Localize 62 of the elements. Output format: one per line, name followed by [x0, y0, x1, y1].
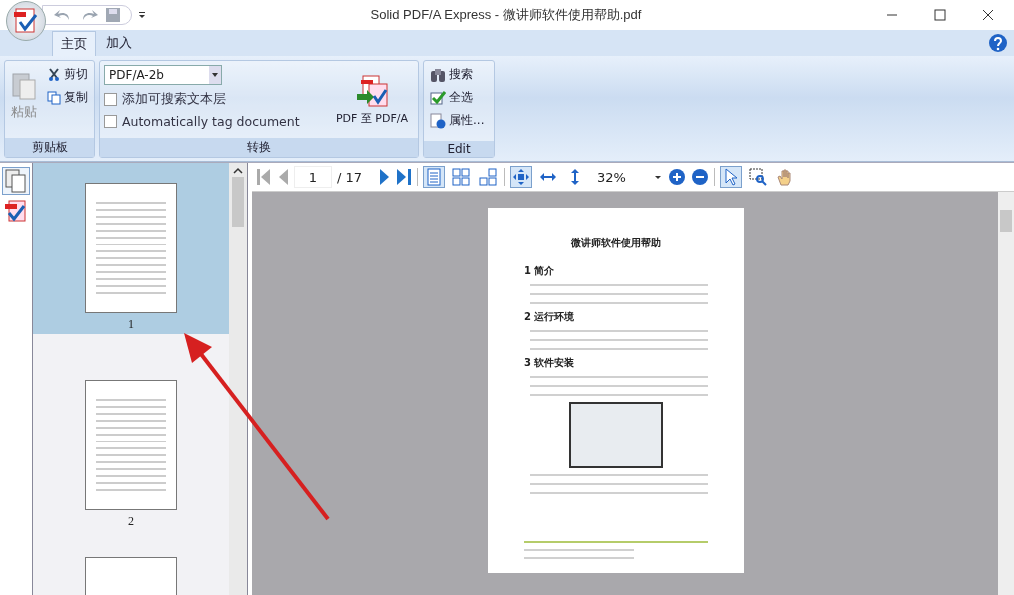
- layout-button[interactable]: [423, 166, 446, 188]
- last-page-icon[interactable]: [396, 168, 413, 186]
- help-icon[interactable]: [988, 33, 1008, 53]
- window-title: Solid PDF/A Express - 微讲师软件使用帮助.pdf: [369, 6, 643, 24]
- scrollbar[interactable]: [229, 163, 247, 595]
- format-dropdown[interactable]: PDF/A-2b: [104, 65, 222, 85]
- edit-button[interactable]: 搜索: [428, 65, 490, 84]
- group-label: 剪贴板: [5, 138, 94, 157]
- document-check-icon: [4, 199, 28, 223]
- zoom-dropdown[interactable]: 32%: [591, 167, 664, 187]
- scroll-up-icon[interactable]: [233, 167, 243, 175]
- scrollbar[interactable]: [998, 192, 1014, 595]
- group-label: 转换: [100, 138, 418, 157]
- maximize-icon[interactable]: [934, 9, 946, 21]
- copy-button[interactable]: 复制: [45, 88, 90, 107]
- document-info-icon: [430, 112, 446, 129]
- page-number: 1: [128, 317, 134, 332]
- paste-icon: [11, 71, 37, 101]
- marquee-zoom-icon: [749, 168, 768, 186]
- previous-page-icon[interactable]: [277, 168, 289, 186]
- close-icon[interactable]: [982, 9, 994, 21]
- section-heading: 1 简介: [524, 264, 556, 278]
- first-page-icon[interactable]: [256, 168, 272, 186]
- cut-button[interactable]: 剪切: [45, 65, 90, 84]
- fit-page-icon: [512, 168, 531, 186]
- single-page-icon: [426, 168, 443, 186]
- checkbox-check-icon: [430, 89, 446, 106]
- side-tab[interactable]: [2, 167, 30, 195]
- grid-icon: [452, 168, 471, 186]
- copy-icon: [47, 90, 61, 105]
- group-label: Edit: [424, 141, 494, 157]
- ribbon-tab[interactable]: 主页: [52, 31, 96, 56]
- document-title: 微讲师软件使用帮助: [570, 236, 662, 250]
- zoom-in-icon[interactable]: [668, 168, 687, 186]
- customize-icon[interactable]: [138, 11, 146, 19]
- convert-button[interactable]: PDF 至 PDF/A: [333, 72, 410, 127]
- edit-button[interactable]: 属性...: [428, 111, 490, 130]
- option-checkbox[interactable]: 添加可搜索文本层: [104, 91, 300, 108]
- scroll-thumb[interactable]: [232, 177, 244, 227]
- save-icon[interactable]: [105, 7, 121, 23]
- layout-button[interactable]: [450, 166, 473, 188]
- option-checkbox[interactable]: Automatically tag document: [104, 114, 300, 129]
- page-number: 2: [128, 514, 134, 529]
- edit-button[interactable]: 全选: [428, 88, 490, 107]
- page-field[interactable]: 1: [294, 166, 332, 188]
- binoculars-icon: [430, 66, 446, 83]
- scroll-thumb[interactable]: [1000, 210, 1012, 232]
- grid-icon: [479, 168, 498, 186]
- pages-icon: [5, 169, 27, 193]
- page-count: / 17: [337, 169, 363, 185]
- page-thumbnail[interactable]: 1: [33, 163, 229, 334]
- section-heading: 3 软件安装: [524, 356, 576, 370]
- convert-document-icon: [354, 73, 389, 108]
- ribbon-tab[interactable]: 加入: [98, 31, 140, 56]
- app-logo-button[interactable]: [6, 1, 46, 41]
- fit-button[interactable]: [510, 166, 533, 188]
- zoom-out-icon[interactable]: [691, 168, 710, 186]
- layout-button[interactable]: [477, 166, 500, 188]
- scissors-icon: [47, 67, 61, 82]
- section-heading: 2 运行环境: [524, 310, 576, 324]
- tool-button[interactable]: [720, 166, 743, 188]
- page-thumbnail[interactable]: 2: [33, 360, 229, 531]
